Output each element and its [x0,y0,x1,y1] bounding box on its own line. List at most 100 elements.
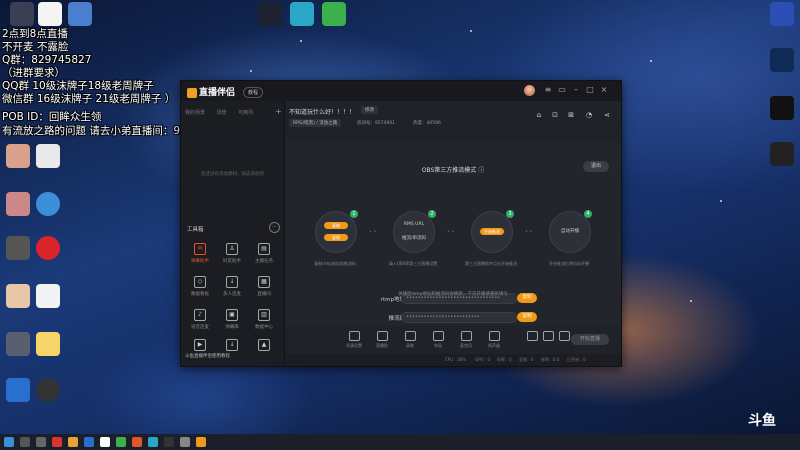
tool-friend[interactable]: ♙ 好友助手 [217,243,247,269]
resource-settings-button[interactable]: 资源设置 [341,331,367,349]
skin-icon[interactable]: ▭ [557,85,567,95]
tool-store[interactable]: ▣ 弹幕库 [217,309,247,335]
app-shortcut-icon[interactable] [290,2,314,26]
desktop-icon[interactable] [36,332,60,356]
taskbar-app-icon[interactable] [164,437,174,447]
maximize-icon[interactable]: □ [585,85,595,95]
sticker-button[interactable]: 直播贴 [369,331,395,349]
exit-obs-button[interactable]: 退出 [583,161,609,172]
tool-label: 弹幕库 [225,325,239,330]
tool-datacenter[interactable]: ▥ 数据中心 [249,309,279,335]
gift-icon[interactable]: ⊠ [567,111,575,119]
netease-music-icon[interactable] [36,236,60,260]
desktop-icon[interactable] [36,144,60,168]
stream-key-field[interactable]: ••••••••••••••••••••••••• [401,312,517,323]
desktop-icon[interactable] [36,284,60,308]
room-icon: ▦ [258,276,270,288]
avatar[interactable] [524,85,535,96]
tool-label: 数据看板 [191,292,209,297]
tool-room[interactable]: ▦ 直播间 [249,276,279,302]
audio-app-icon[interactable] [770,2,794,26]
help-icon[interactable]: ⓘ [478,167,484,174]
desktop-icon[interactable] [6,378,30,402]
more-icon[interactable]: ⋯ [269,222,280,233]
desktop-icon[interactable] [38,2,62,26]
stream-overlay-text: 2点到8点直播 不开麦 不露脸 Q群：829745827 （进群要求） QQ群 … [2,28,175,106]
share-icon[interactable]: ⌂ [535,111,543,119]
obs-mode-title-text: OBS第三方推流模式 [421,167,477,174]
sticker-icon [376,331,388,341]
desktop-icon[interactable] [36,192,60,216]
taskbar-app-icon[interactable] [132,437,142,447]
desktop-icon[interactable] [6,284,30,308]
add-scene-icon[interactable]: + [275,107,282,116]
copy-key-button[interactable]: 复制 [517,312,537,322]
app-shortcut-icon[interactable] [258,2,282,26]
obs-icon[interactable] [770,142,794,166]
edit-title-button[interactable]: 修改 [361,106,378,114]
wechat-icon[interactable] [116,437,126,447]
mic-icon [460,331,472,341]
tool-task[interactable]: ▤ 主播任务 [249,243,279,269]
overlay-line: 不开麦 不露脸 [2,41,69,53]
speaker-button[interactable]: 扬声器 [481,331,507,349]
tool-data[interactable]: ◇ 数据看板 [185,276,215,302]
data-icon: ▥ [258,309,270,321]
step-text: 自动开播 [561,229,579,234]
layout-button[interactable]: 布局 [425,331,451,349]
desktop-icon[interactable] [36,378,60,402]
taskbar-app-icon[interactable] [180,437,190,447]
tab-available[interactable]: 可用列 [238,110,253,116]
tool-video[interactable]: ▶ [185,339,215,365]
desktop-icon[interactable] [6,144,30,168]
tool-multi[interactable]: ↓ 多人连麦 [217,276,247,302]
taskbar [0,434,800,450]
chart-icon: ◇ [194,276,206,288]
desktop-icon[interactable] [6,192,30,216]
microphone-button[interactable]: 麦克风 [453,331,479,349]
taskbar-app-icon[interactable] [100,437,110,447]
network-icon[interactable]: ⋖ [603,111,611,119]
lock-icon[interactable]: ⊡ [551,111,559,119]
taskview-icon[interactable] [36,437,46,447]
tool-voice[interactable]: ♪ 语音连麦 [185,309,215,335]
download-icon: ↓ [226,276,238,288]
tutorial-badge[interactable]: 教程 [243,87,264,98]
step-caption: 第三方直播软件点击开始推流 [465,261,517,266]
start-live-button[interactable]: 开始直播 [571,334,609,345]
bird-app-icon[interactable] [68,2,92,26]
capcut-icon[interactable] [770,96,794,120]
tab-scene[interactable]: 场景 [217,110,227,116]
tool-danmaku[interactable]: ✉ 弹幕助手 [185,243,215,269]
taskbar-app-icon[interactable] [148,437,158,447]
step-start-pill: 开始推流 [480,228,504,235]
windows-start-icon[interactable] [4,437,14,447]
record-button[interactable]: 录制 [397,331,423,349]
taskbar-app-icon[interactable] [84,437,94,447]
photoshop-icon[interactable] [770,48,794,72]
tool-download[interactable]: ↓ [217,339,247,365]
step-1: 1 复制 复制 [315,210,358,253]
folder-icon[interactable] [68,437,78,447]
minimize-icon[interactable]: – [571,85,581,95]
tool-label: 多人连麦 [223,292,241,297]
tool-up[interactable]: ▲ [249,339,279,365]
star [690,300,692,302]
main-area: 不知道玩什么好！！！！ 修改 RPG(暗黑) / 流放之路 房间号：957490… [285,101,621,366]
bell-icon[interactable]: ◔ [585,111,593,119]
live-companion-window: 直播伴侣 教程 ≡ ▭ – □ × 我的场景 场景 可用列 + 您还没有添加素材… [180,80,622,367]
app-shortcut-icon[interactable] [322,2,346,26]
desktop-icon[interactable] [6,236,30,260]
menu-icon[interactable]: ≡ [543,85,553,95]
close-icon[interactable]: × [599,85,609,95]
tab-my-scene[interactable]: 我的场景 [185,110,205,116]
overlay-line: QQ群 10级沫牌子18级老周牌子 [2,80,154,92]
category-tag[interactable]: RPG(暗黑) / 流放之路 [289,119,342,127]
taskbar-app-icon[interactable] [52,437,62,447]
title-bar[interactable]: 直播伴侣 教程 ≡ ▭ – □ × [181,81,621,101]
tutorial-link[interactable]: 斗鱼直播伴侣使用教程 [185,353,230,359]
search-icon[interactable] [20,437,30,447]
desktop-icon[interactable] [10,2,34,26]
taskbar-app-icon[interactable] [196,437,206,447]
desktop-icon[interactable] [6,332,30,356]
